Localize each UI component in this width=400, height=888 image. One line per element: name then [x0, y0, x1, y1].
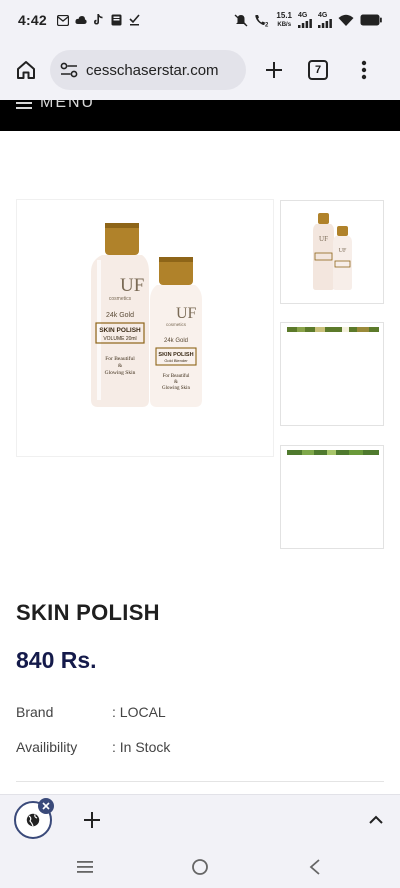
- product-price: 840 Rs.: [16, 647, 97, 673]
- download-done-icon: [129, 14, 141, 26]
- tab-switcher-button[interactable]: 7: [308, 60, 328, 80]
- net-speed-unit: KB/s: [277, 21, 292, 28]
- thumbnail-foliage-image: [287, 450, 379, 455]
- cloud-icon: [75, 14, 87, 26]
- large-bottle-tag3: Glowing Skin: [105, 370, 136, 376]
- spec-value: : In Stock: [112, 739, 171, 755]
- spec-row-brand: Brand : LOCAL: [16, 704, 376, 720]
- product-bottles-image: UF cosmetics 24k Gold SKIN POLISH VOLUME…: [91, 223, 202, 407]
- site-settings-icon[interactable]: [58, 59, 80, 81]
- large-bottle-sub: cosmetics: [109, 296, 132, 302]
- notification-icons: [56, 14, 141, 26]
- large-bottle-volume: VOLUME 20ml: [103, 336, 136, 342]
- status-time: 4:42: [18, 12, 47, 28]
- small-bottle-tag1: For Beautiful: [163, 374, 190, 379]
- menu-label[interactable]: MENU: [40, 100, 95, 112]
- browser-toolbar: cesschaserstar.com 7: [0, 40, 400, 100]
- small-bottle-line: 24k Gold: [164, 338, 188, 344]
- signal-bars-icon: [298, 19, 312, 28]
- url-text[interactable]: cesschaserstar.com: [86, 62, 219, 79]
- divider: [16, 781, 384, 782]
- tiktok-icon: [93, 14, 105, 26]
- thumb-brand-large: UF: [319, 235, 328, 243]
- large-bottle-line: 24k Gold: [106, 312, 134, 319]
- app-icon: [111, 14, 123, 26]
- large-bottle-brand: UF: [120, 275, 144, 296]
- battery-icon: [360, 14, 382, 26]
- network-speed: 15.1 KB/s: [276, 10, 292, 29]
- system-status-icons: 2 15.1 KB/s 4G 4G: [234, 10, 382, 29]
- product-thumbnail-1[interactable]: UF UF: [280, 200, 384, 304]
- add-tab-icon[interactable]: [80, 808, 104, 832]
- svg-text:2: 2: [265, 22, 269, 27]
- signal-1: 4G: [298, 12, 312, 28]
- small-bottle-sub: cosmetics: [166, 322, 187, 327]
- site-nav-bar: MENU: [0, 100, 400, 131]
- thumbnail-bottles-image: UF UF: [313, 213, 352, 290]
- globe-icon: [26, 813, 40, 827]
- product-title: SKIN POLISH: [16, 600, 160, 625]
- small-bottle-brand: UF: [176, 305, 197, 322]
- thumb-brand-small: UF: [339, 248, 347, 254]
- hamburger-icon[interactable]: [16, 100, 32, 110]
- network-label-2: 4G: [318, 12, 328, 19]
- back-icon[interactable]: [302, 854, 328, 880]
- gmail-icon: [56, 14, 69, 26]
- signal-bars-icon: [318, 19, 332, 28]
- large-bottle-tag2: &: [118, 363, 123, 369]
- silent-icon: [234, 13, 248, 27]
- menu-toggle[interactable]: MENU: [16, 100, 95, 112]
- large-bottle-tag1: For Beautiful: [105, 355, 135, 362]
- system-nav-bar: [0, 846, 400, 888]
- spec-value: : LOCAL: [112, 704, 166, 720]
- signal-2: 4G: [318, 12, 332, 28]
- chevron-up-icon[interactable]: [364, 808, 388, 832]
- close-tab-icon[interactable]: [38, 798, 54, 814]
- wifi-icon: [338, 14, 354, 27]
- home-icon[interactable]: [10, 54, 42, 86]
- thumbnail-foliage-image: [287, 327, 379, 332]
- product-main-image[interactable]: UF cosmetics 24k Gold SKIN POLISH VOLUME…: [16, 199, 274, 457]
- net-speed-value: 15.1: [276, 10, 292, 20]
- tab-group-bar: [0, 794, 400, 846]
- more-options-icon[interactable]: [352, 54, 376, 86]
- spec-label: Brand: [16, 704, 54, 720]
- small-bottle-tag2: &: [174, 380, 178, 385]
- small-bottle-tag3: Glowing Skin: [162, 386, 190, 391]
- spec-row-availability: Availibility : In Stock: [16, 739, 376, 755]
- address-bar[interactable]: cesschaserstar.com: [50, 50, 246, 90]
- recent-apps-icon[interactable]: [72, 854, 98, 880]
- status-bar: 4:42 2 15.1 KB/s 4G 4G: [0, 0, 400, 40]
- product-thumbnail-2[interactable]: [280, 322, 384, 426]
- network-label-1: 4G: [298, 12, 308, 19]
- wifi-calling-icon: 2: [254, 14, 270, 27]
- new-tab-icon[interactable]: [258, 54, 290, 86]
- home-nav-icon[interactable]: [187, 854, 213, 880]
- spec-label: Availibility: [16, 739, 78, 755]
- small-bottle-volume: Gold Blender: [164, 358, 188, 363]
- product-thumbnail-3[interactable]: [280, 445, 384, 549]
- large-bottle-name: SKIN POLISH: [99, 327, 141, 334]
